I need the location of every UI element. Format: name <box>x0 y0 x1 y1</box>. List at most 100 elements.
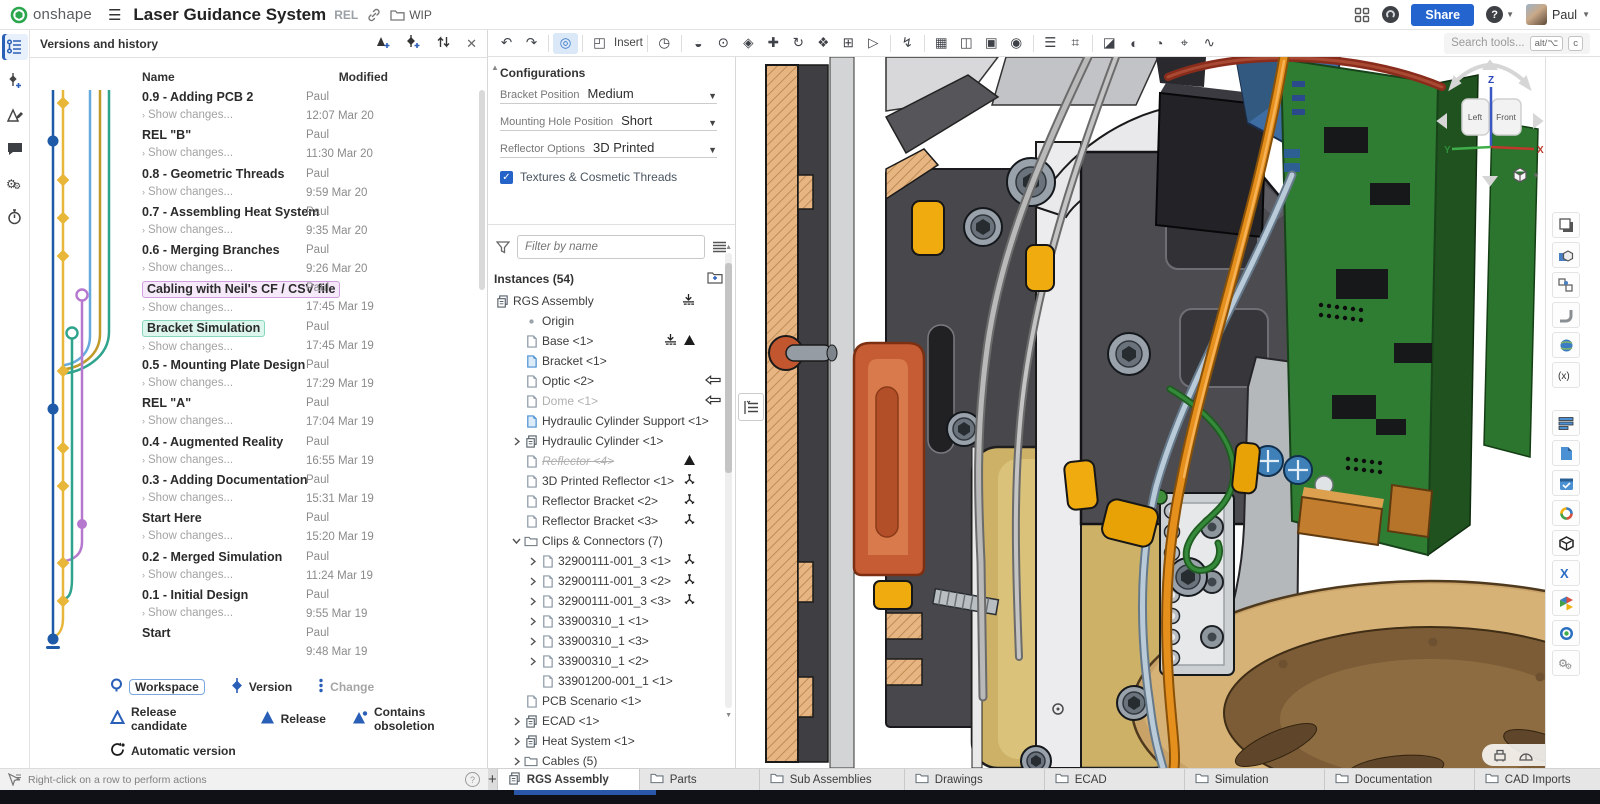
mate-connector-icon[interactable]: ⊙ <box>711 33 736 54</box>
time-icon[interactable] <box>2 204 28 230</box>
show-changes-link[interactable]: ›Show changes... <box>142 415 306 427</box>
learning-badge-icon[interactable] <box>1382 6 1399 23</box>
link-icon[interactable] <box>367 8 381 22</box>
plm-ring-icon[interactable] <box>1552 500 1580 526</box>
create-version-icon[interactable] <box>406 35 421 52</box>
tree-item[interactable]: 33900310_1 <1> <box>488 611 735 631</box>
gears-icon[interactable]: ⚙⚙ <box>1552 650 1580 676</box>
target-icon[interactable] <box>1552 620 1580 646</box>
tree-item[interactable]: RGS Assembly <box>488 291 735 311</box>
move-part-icon[interactable]: ✚ <box>761 33 786 54</box>
chevron-right-icon[interactable] <box>526 597 539 606</box>
tab-rgs-assembly[interactable]: RGS Assembly <box>498 769 640 790</box>
insert-to-folder-icon[interactable] <box>707 271 723 287</box>
print-icon[interactable] <box>1492 749 1508 762</box>
notes-icon[interactable] <box>1552 410 1580 436</box>
tree-item[interactable]: Bracket <1> <box>488 351 735 371</box>
show-changes-link[interactable]: ›Show changes... <box>142 607 306 619</box>
tab-simulation[interactable]: Simulation <box>1185 769 1325 790</box>
integrations-icon[interactable]: ⚙⚙ <box>2 170 28 196</box>
instances-scrollbar-thumb[interactable] <box>725 263 732 473</box>
tree-item[interactable]: Optic <2> <box>488 371 735 391</box>
chevron-right-icon[interactable] <box>526 577 539 586</box>
snap-mode-icon[interactable]: ◈ <box>736 33 761 54</box>
chevron-right-icon[interactable] <box>510 757 523 766</box>
textures-checkbox-row[interactable]: ✓ Textures & Cosmetic Threads <box>500 170 723 184</box>
show-changes-link[interactable]: ›Show changes... <box>142 530 306 542</box>
model-base-section-wall[interactable] <box>766 65 828 762</box>
document-blue-icon[interactable] <box>1552 440 1580 466</box>
release-icon[interactable] <box>2 102 28 128</box>
show-changes-link[interactable]: ›Show changes... <box>142 109 306 121</box>
config-select[interactable]: Mounting Hole PositionShort▼ <box>500 113 717 131</box>
config-select[interactable]: Reflector Options3D Printed▼ <box>500 140 717 158</box>
help-menu[interactable]: ? ▼ <box>1486 6 1514 23</box>
search-tools[interactable]: Search tools... alt/⌥ c <box>1444 33 1590 54</box>
model-frame-column[interactable] <box>830 57 854 768</box>
document-panel-icon[interactable] <box>1552 212 1580 238</box>
show-changes-link[interactable]: ›Show changes... <box>142 262 306 274</box>
show-changes-link[interactable]: ›Show changes... <box>142 302 306 314</box>
tree-item[interactable]: PCB Scenario <1> <box>488 691 735 711</box>
scroll-down-icon[interactable]: ▼ <box>725 712 732 719</box>
sync-icon[interactable]: ◎ <box>553 33 578 54</box>
chevron-right-icon[interactable] <box>510 717 523 726</box>
tab-ecad[interactable]: ECAD <box>1045 769 1185 790</box>
collapse-panel-icon[interactable]: ▲ <box>491 63 499 72</box>
appearance-icon[interactable]: ◐ <box>1122 33 1147 54</box>
close-icon[interactable]: ✕ <box>466 36 477 52</box>
mate-icon[interactable]: ◒ <box>686 33 711 54</box>
undo-icon[interactable]: ↶ <box>494 33 519 54</box>
tab-documentation[interactable]: Documentation <box>1325 769 1475 790</box>
tree-item[interactable]: ECAD <1> <box>488 711 735 731</box>
pinwheel-icon[interactable] <box>1552 590 1580 616</box>
fix-icon[interactable]: ◉ <box>1004 33 1029 54</box>
tree-item[interactable]: Origin <box>488 311 735 331</box>
show-changes-link[interactable]: ›Show changes... <box>142 454 306 466</box>
redo-icon[interactable]: ↷ <box>519 33 544 54</box>
rotate-part-icon[interactable]: ↻ <box>786 33 811 54</box>
hamburger-menu-icon[interactable]: ☰ <box>108 6 121 24</box>
tab-drawings[interactable]: Drawings <box>905 769 1045 790</box>
tree-item[interactable]: Clips & Connectors (7) <box>488 531 735 551</box>
user-menu[interactable]: Paul ▼ <box>1526 4 1590 25</box>
tree-item[interactable]: 32900111-001_3 <3> <box>488 591 735 611</box>
filter-input[interactable] <box>517 235 705 259</box>
view-options-menu[interactable]: ▼ <box>1512 167 1540 183</box>
model-bumper[interactable] <box>854 343 924 575</box>
properties-cube-icon[interactable] <box>1552 242 1580 268</box>
chevron-down-icon[interactable] <box>510 537 523 545</box>
linked-documents-icon[interactable] <box>1552 272 1580 298</box>
animate-icon[interactable]: ▷ <box>861 33 886 54</box>
versions-history-icon[interactable] <box>2 34 28 60</box>
chevron-right-icon[interactable] <box>526 637 539 646</box>
apps-grid-icon[interactable] <box>1354 7 1370 23</box>
dome-view-icon[interactable] <box>1518 749 1534 762</box>
workspace-folder-icon[interactable] <box>390 9 405 21</box>
group-icon[interactable]: ▣ <box>979 33 1004 54</box>
status-help-icon[interactable]: ? <box>465 772 480 787</box>
named-positions-icon[interactable]: ⊞ <box>836 33 861 54</box>
model-tree-toggle[interactable] <box>738 393 764 421</box>
tree-item[interactable]: Reflector <4> <box>488 451 735 471</box>
named-views-icon[interactable]: ◔ <box>1147 33 1172 54</box>
explode-icon[interactable]: ❖ <box>811 33 836 54</box>
add-tab-button[interactable]: + <box>488 769 498 790</box>
tree-item[interactable]: Cables (5) <box>488 751 735 768</box>
show-changes-link[interactable]: ›Show changes... <box>142 569 306 581</box>
simulation-icon[interactable]: ∿ <box>1197 33 1222 54</box>
tab-parts[interactable]: Parts <box>640 769 760 790</box>
in-context-icon[interactable]: ↯ <box>895 33 920 54</box>
chevron-right-icon[interactable] <box>526 657 539 666</box>
featurescript-icon[interactable]: (x) <box>1552 362 1580 388</box>
tab-cad-imports[interactable]: CAD Imports <box>1475 769 1600 790</box>
structure-icon[interactable]: ⌗ <box>1063 33 1088 54</box>
insert-icon[interactable]: ◰ <box>587 33 612 54</box>
tree-item[interactable]: Hydraulic Cylinder <1> <box>488 431 735 451</box>
tree-item[interactable]: 33901200-001_1 <1> <box>488 671 735 691</box>
show-changes-link[interactable]: ›Show changes... <box>142 341 306 353</box>
web-icon[interactable] <box>1552 332 1580 358</box>
section-view-icon[interactable]: ◪ <box>1097 33 1122 54</box>
compare-icon[interactable] <box>436 35 451 52</box>
bom-icon[interactable]: ☰ <box>1038 33 1063 54</box>
